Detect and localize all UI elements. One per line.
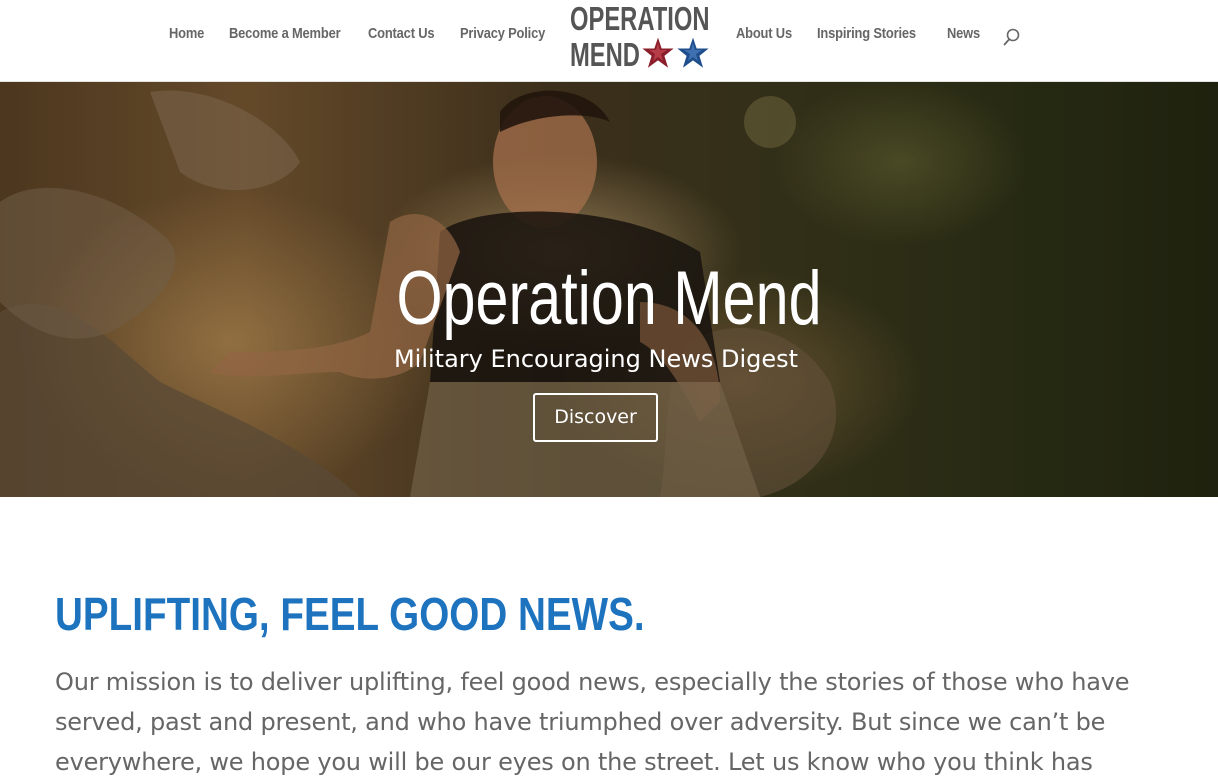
hero-title: Operation Mend [396, 256, 822, 341]
site-logo[interactable]: OPERATION MEND [568, 2, 714, 74]
mission-paragraph: Our mission is to deliver uplifting, fee… [55, 668, 1130, 776]
nav-contact-us[interactable]: Contact Us [368, 25, 435, 42]
hero-banner: Operation Mend Military Encouraging News… [0, 82, 1218, 497]
nav-inspiring-stories[interactable]: Inspiring Stories [817, 25, 916, 42]
hero-subtitle: Military Encouraging News Digest [393, 345, 799, 373]
section-headline: UPLIFTING, FEEL GOOD NEWS. [55, 588, 645, 640]
nav-home[interactable]: Home [169, 25, 204, 42]
nav-become-member[interactable]: Become a Member [229, 25, 341, 42]
discover-button[interactable]: Discover [533, 393, 658, 442]
nav-about-us[interactable]: About Us [736, 25, 792, 42]
search-icon[interactable] [1002, 27, 1022, 47]
nav-privacy-policy[interactable]: Privacy Policy [460, 25, 545, 42]
logo-text-operation: OPERATION [570, 0, 710, 37]
nav-news[interactable]: News [947, 25, 980, 42]
logo-text-mend: MEND [570, 36, 640, 73]
logo-stars-icon [641, 35, 712, 71]
site-header: Home Become a Member Contact Us Privacy … [0, 0, 1218, 82]
